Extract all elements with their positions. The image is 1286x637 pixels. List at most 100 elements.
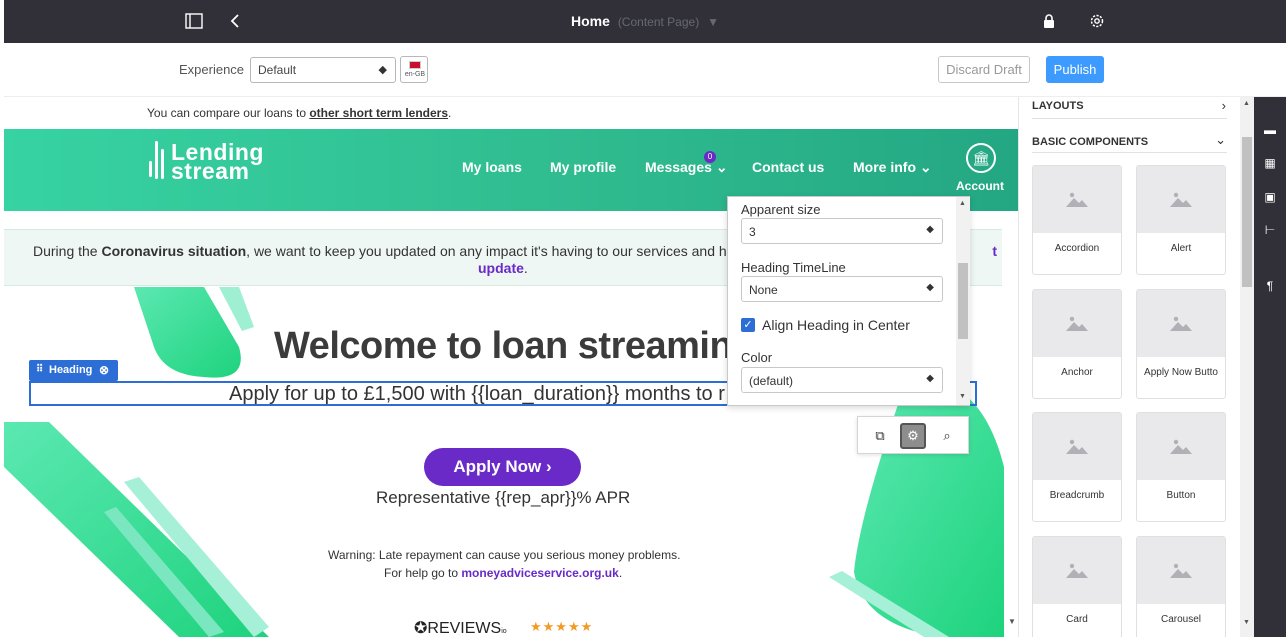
card-thumbnail bbox=[1137, 166, 1225, 233]
tree-structure-icon[interactable]: ⊢ bbox=[1263, 223, 1277, 237]
card-thumbnail bbox=[1137, 537, 1225, 604]
components-grid-icon[interactable]: ▦ bbox=[1263, 156, 1277, 170]
scroll-thumb[interactable] bbox=[958, 263, 968, 339]
experience-value: Default bbox=[258, 63, 297, 77]
scroll-up-arrow-icon[interactable]: ▲ bbox=[1243, 100, 1250, 107]
money-advice-link[interactable]: moneyadviceservice.org.uk bbox=[461, 566, 618, 580]
nav-messages[interactable]: Messages ⌄ bbox=[645, 159, 728, 176]
search-icon[interactable]: ⌕ bbox=[934, 423, 960, 449]
heading-timeline-select[interactable]: None ◆ bbox=[741, 276, 943, 302]
chevron-down-icon[interactable]: ⌄ bbox=[1215, 132, 1226, 148]
component-toolbar: ⧉ ⚙ ⌕ bbox=[857, 416, 969, 454]
image-placeholder-icon bbox=[1170, 192, 1192, 207]
editor-subbar: Experience Default ◆ en-GB Discard Draft… bbox=[4, 43, 1286, 97]
fragment-icon[interactable]: ▣ bbox=[1263, 190, 1277, 204]
paint-roller-icon[interactable]: ¶ bbox=[1263, 279, 1277, 293]
nav-contact-us[interactable]: Contact us bbox=[752, 159, 824, 175]
settings-gear-icon[interactable]: ⚙ bbox=[900, 423, 926, 449]
messages-count-badge: 0 bbox=[704, 151, 716, 163]
scroll-down-arrow-icon[interactable]: ▼ bbox=[959, 393, 966, 400]
divider bbox=[1032, 118, 1227, 119]
experience-select[interactable]: Default ◆ bbox=[250, 57, 396, 83]
select-arrows-icon: ◆ bbox=[378, 64, 387, 76]
image-placeholder-icon bbox=[1066, 563, 1088, 578]
card-thumbnail bbox=[1137, 290, 1225, 357]
select-arrows-icon: ◆ bbox=[926, 373, 934, 384]
card-thumbnail bbox=[1137, 413, 1225, 480]
align-center-label[interactable]: Align Heading in Center bbox=[762, 317, 910, 333]
notice-prefix: During the bbox=[33, 243, 102, 259]
duplicate-icon[interactable]: ⧉ bbox=[867, 423, 893, 449]
notice-end: . bbox=[523, 260, 528, 276]
image-placeholder-icon bbox=[1170, 563, 1192, 578]
uk-flag-icon bbox=[409, 61, 421, 69]
scroll-down-arrow-icon[interactable]: ▼ bbox=[1008, 617, 1016, 626]
remove-icon[interactable]: ⊗ bbox=[99, 363, 109, 377]
publish-button[interactable]: Publish bbox=[1046, 56, 1104, 83]
account-label[interactable]: Account bbox=[956, 179, 1004, 193]
image-placeholder-icon bbox=[1170, 439, 1192, 454]
logo-text: Lending stream bbox=[171, 141, 264, 183]
locale-button[interactable]: en-GB bbox=[400, 56, 428, 83]
compare-link[interactable]: other short term lenders bbox=[309, 106, 448, 120]
compare-suffix: . bbox=[448, 106, 452, 120]
chevron-right-icon: › bbox=[545, 457, 552, 476]
color-select[interactable]: (default) ◆ bbox=[741, 367, 943, 393]
card-label: Accordion bbox=[1054, 243, 1100, 254]
apparent-size-select[interactable]: 3 ◆ bbox=[741, 218, 943, 244]
experience-label: Experience bbox=[179, 62, 245, 77]
drag-handle-icon[interactable]: ⠿ bbox=[36, 364, 43, 375]
image-placeholder-icon bbox=[1066, 439, 1088, 454]
notice-update-link[interactable]: update bbox=[478, 260, 524, 276]
nav-more-info[interactable]: More info ⌄ bbox=[853, 159, 932, 176]
gear-icon[interactable] bbox=[1086, 10, 1108, 32]
component-card-accordion[interactable]: Accordion bbox=[1032, 165, 1122, 275]
scroll-down-arrow-icon[interactable]: ▼ bbox=[1243, 619, 1250, 626]
component-card-card[interactable]: Card bbox=[1032, 536, 1122, 637]
nav-more-info-label: More info bbox=[853, 159, 916, 175]
component-card-breadcrumb[interactable]: Breadcrumb bbox=[1032, 412, 1122, 522]
bank-icon[interactable]: 🏛 bbox=[966, 143, 996, 173]
discard-draft-button[interactable]: Discard Draft bbox=[938, 56, 1030, 83]
layout-icon[interactable]: ▬ bbox=[1263, 123, 1277, 137]
notice-trail: t bbox=[992, 243, 998, 259]
card-label: Carousel bbox=[1160, 614, 1202, 625]
heading-timeline-label: Heading TimeLine bbox=[741, 260, 846, 275]
nav-my-profile[interactable]: My profile bbox=[550, 159, 616, 175]
warning-suffix: . bbox=[618, 566, 623, 580]
warning-line1: Warning: Late repayment can cause you se… bbox=[328, 548, 681, 562]
chevron-down-icon: ⌄ bbox=[715, 159, 728, 175]
popover-scrollbar[interactable]: ▲ ▼ bbox=[956, 197, 970, 405]
nav-messages-label: Messages bbox=[645, 159, 712, 175]
welcome-heading: Welcome to loan streaming bbox=[274, 325, 755, 367]
component-card-anchor[interactable]: Anchor bbox=[1032, 289, 1122, 399]
apply-now-button[interactable]: Apply Now › bbox=[424, 448, 581, 486]
page-type: (Content Page) bbox=[617, 15, 700, 29]
warning-line2: For help go to moneyadviceservice.org.uk… bbox=[384, 566, 622, 580]
card-label: Card bbox=[1066, 614, 1088, 625]
color-value: (default) bbox=[749, 374, 794, 388]
component-card-button[interactable]: Button bbox=[1136, 412, 1226, 522]
chevron-right-icon[interactable]: › bbox=[1222, 98, 1226, 113]
card-label: Button bbox=[1166, 490, 1196, 501]
component-card-carousel[interactable]: Carousel bbox=[1136, 536, 1226, 637]
panel-scrollbar[interactable]: ▲ ▼ bbox=[1240, 97, 1254, 637]
component-card-alert[interactable]: Alert bbox=[1136, 165, 1226, 275]
basic-components-label[interactable]: BASIC COMPONENTS bbox=[1032, 136, 1148, 148]
notice-line2: update. bbox=[478, 260, 528, 276]
apply-subheading[interactable]: Apply for up to £1,500 with {{loan_durat… bbox=[229, 383, 725, 406]
notice-middle: , we want to keep you updated on any imp… bbox=[246, 243, 753, 259]
nav-my-loans[interactable]: My loans bbox=[462, 159, 522, 175]
select-arrows-icon: ◆ bbox=[926, 224, 934, 235]
page-title-text: Home bbox=[571, 13, 610, 29]
scroll-thumb[interactable] bbox=[1242, 137, 1252, 287]
lock-icon[interactable] bbox=[1038, 10, 1060, 32]
layouts-section-label[interactable]: LAYOUTS bbox=[1032, 100, 1084, 112]
align-center-checkbox[interactable]: ✓ bbox=[741, 318, 755, 332]
caret-down-icon: ▼ bbox=[707, 15, 719, 29]
image-placeholder-icon bbox=[1170, 316, 1192, 331]
notice-bold: Coronavirus situation bbox=[101, 243, 247, 259]
scroll-up-arrow-icon[interactable]: ▲ bbox=[959, 200, 966, 207]
component-card-apply-now-button[interactable]: Apply Now Butto bbox=[1136, 289, 1226, 399]
heading-component-tag[interactable]: ⠿ Heading ⊗ bbox=[29, 360, 118, 381]
